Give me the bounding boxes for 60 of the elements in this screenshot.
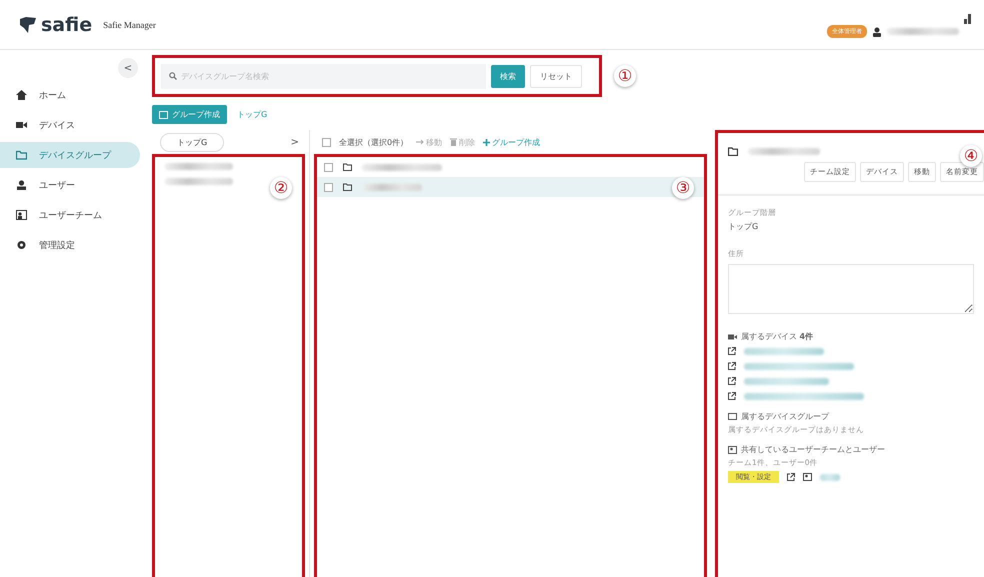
external-link-icon[interactable] [787,473,795,481]
external-link-icon[interactable] [728,362,736,370]
blurred-device-link[interactable] [744,378,829,384]
checkbox[interactable] [324,162,333,172]
folder-icon [343,163,352,171]
team-icon [16,210,27,220]
section-heading: 属するデバイス 4件 [741,331,814,342]
root-group-pill[interactable]: トップG [160,132,224,152]
blurred-group-name [165,163,233,170]
leaf-logo-icon [18,16,38,34]
checkbox[interactable] [322,138,331,146]
folder-icon [16,150,27,160]
expand-button[interactable]: > [290,136,299,148]
camera-icon [728,334,737,340]
search-icon [169,72,177,80]
collapse-button[interactable]: < [118,58,138,78]
group-row[interactable] [317,177,704,197]
user-icon [16,180,27,190]
nav-item[interactable]: デバイスグループ [0,142,140,168]
blurred-device-link[interactable] [744,392,864,400]
annotation-number: ① [614,65,636,87]
home-icon [16,90,27,100]
folder-icon [728,147,738,156]
select-all-label: 全選択（選択0件） [339,136,408,148]
folder-icon [343,183,352,191]
nav-item[interactable]: ユーザー [0,172,140,198]
checkbox[interactable] [324,182,333,192]
folder-plus-icon [159,110,168,118]
section-heading: 属するデバイスグループ [741,411,829,422]
blurred-username [887,28,959,35]
section-heading: 共有しているユーザーチームとユーザー [741,444,885,455]
bar-icon [964,14,972,24]
team-icon [803,473,812,481]
blurred-group-name [748,148,820,155]
nav-item[interactable]: ユーザーチーム [0,202,140,228]
blurred-team-name [820,474,840,480]
team-icon [728,446,737,454]
annotation-number: ④ [960,145,982,167]
blurred-group-name [165,178,233,185]
annotation-number: ② [270,177,292,199]
trash-icon [450,138,458,146]
app-name: Safie Manager [103,20,156,30]
nav-item[interactable]: ホーム [0,82,140,108]
external-link-icon[interactable] [728,347,736,355]
blurred-device-link[interactable] [744,362,854,370]
hierarchy-value: トップG [728,221,760,232]
folder-icon [728,413,737,420]
reset-button[interactable]: リセット [530,64,582,88]
user-icon [872,26,882,36]
blurred-device-link[interactable] [744,348,824,354]
address-field[interactable] [728,264,974,314]
nav-item[interactable]: 管理設定 [0,232,140,258]
plus-icon [483,138,490,146]
nav-item[interactable]: デバイス [0,112,140,138]
external-link-icon[interactable] [728,377,736,385]
blurred-group-name [362,184,422,190]
logo-text: safie [41,14,92,36]
external-link-icon[interactable] [728,392,736,400]
arrow-icon [416,139,424,145]
camera-icon [16,120,27,130]
